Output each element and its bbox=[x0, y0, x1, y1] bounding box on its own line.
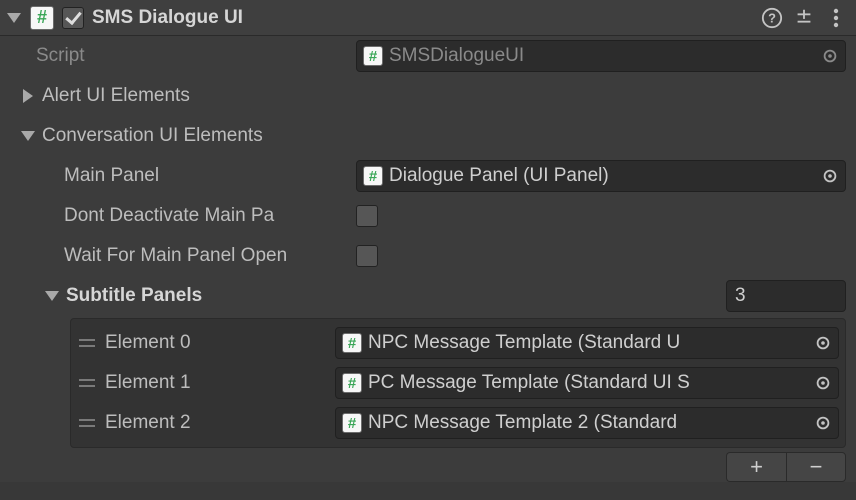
object-picker-icon[interactable] bbox=[819, 45, 841, 67]
object-picker-icon[interactable] bbox=[812, 412, 834, 434]
object-picker-icon[interactable] bbox=[812, 332, 834, 354]
help-icon[interactable]: ? bbox=[760, 6, 784, 30]
conversation-foldout[interactable] bbox=[20, 131, 36, 141]
component-header: # SMS Dialogue UI ? bbox=[0, 0, 856, 36]
drag-handle-icon[interactable] bbox=[77, 379, 97, 387]
element-value: NPC Message Template (Standard U bbox=[368, 332, 680, 354]
list-item: Element 0 # NPC Message Template (Standa… bbox=[77, 323, 839, 363]
wait-for-open-label: Wait For Main Panel Open bbox=[0, 245, 356, 267]
array-add-button[interactable]: + bbox=[726, 452, 786, 482]
drag-handle-icon[interactable] bbox=[77, 339, 97, 347]
array-remove-button[interactable]: − bbox=[786, 452, 846, 482]
svg-text:?: ? bbox=[768, 10, 776, 25]
element-label: Element 1 bbox=[105, 372, 327, 394]
element-field[interactable]: # NPC Message Template (Standard U bbox=[335, 327, 839, 359]
subtitle-panels-size-field[interactable]: 3 bbox=[726, 280, 846, 312]
main-panel-label: Main Panel bbox=[0, 165, 356, 187]
script-icon: # bbox=[342, 333, 362, 353]
list-item: Element 1 # PC Message Template (Standar… bbox=[77, 363, 839, 403]
object-picker-icon[interactable] bbox=[819, 165, 841, 187]
chevron-down-icon bbox=[21, 131, 35, 141]
element-label: Element 2 bbox=[105, 412, 327, 434]
script-icon: # bbox=[342, 373, 362, 393]
conversation-section-header[interactable]: Conversation UI Elements bbox=[0, 116, 856, 156]
object-picker-icon[interactable] bbox=[812, 372, 834, 394]
script-icon: # bbox=[30, 6, 54, 30]
conversation-section-label: Conversation UI Elements bbox=[42, 125, 263, 147]
element-value: NPC Message Template 2 (Standard bbox=[368, 412, 677, 434]
script-label: Script bbox=[0, 45, 356, 67]
subtitle-panels-list: Element 0 # NPC Message Template (Standa… bbox=[70, 318, 846, 448]
preset-icon[interactable] bbox=[792, 6, 816, 30]
dont-deactivate-label: Dont Deactivate Main Pa bbox=[0, 205, 356, 227]
subtitle-panels-label: Subtitle Panels bbox=[66, 285, 202, 307]
component-foldout[interactable] bbox=[6, 13, 22, 23]
wait-for-open-row: Wait For Main Panel Open bbox=[0, 236, 856, 276]
element-field[interactable]: # PC Message Template (Standard UI S bbox=[335, 367, 839, 399]
context-menu-icon[interactable] bbox=[824, 6, 848, 30]
script-icon: # bbox=[342, 413, 362, 433]
script-icon: # bbox=[363, 166, 383, 186]
element-label: Element 0 bbox=[105, 332, 327, 354]
script-value: SMSDialogueUI bbox=[389, 45, 524, 67]
wait-for-open-checkbox[interactable] bbox=[356, 245, 378, 267]
chevron-right-icon bbox=[23, 89, 33, 103]
subtitle-panels-foldout[interactable] bbox=[44, 291, 60, 301]
dont-deactivate-row: Dont Deactivate Main Pa bbox=[0, 196, 856, 236]
element-field[interactable]: # NPC Message Template 2 (Standard bbox=[335, 407, 839, 439]
element-value: PC Message Template (Standard UI S bbox=[368, 372, 690, 394]
main-panel-value: Dialogue Panel (UI Panel) bbox=[389, 165, 609, 187]
script-icon: # bbox=[363, 46, 383, 66]
drag-handle-icon[interactable] bbox=[77, 419, 97, 427]
main-panel-field[interactable]: # Dialogue Panel (UI Panel) bbox=[356, 160, 846, 192]
dont-deactivate-checkbox[interactable] bbox=[356, 205, 378, 227]
script-row: Script # SMSDialogueUI bbox=[0, 36, 856, 76]
enable-checkbox[interactable] bbox=[62, 7, 84, 29]
script-field: # SMSDialogueUI bbox=[356, 40, 846, 72]
alert-foldout[interactable] bbox=[20, 89, 36, 103]
alert-section-header[interactable]: Alert UI Elements bbox=[0, 76, 856, 116]
subtitle-panels-header[interactable]: Subtitle Panels 3 bbox=[0, 276, 856, 316]
list-item: Element 2 # NPC Message Template 2 (Stan… bbox=[77, 403, 839, 443]
chevron-down-icon bbox=[7, 13, 21, 23]
array-footer: + − bbox=[0, 452, 846, 482]
alert-section-label: Alert UI Elements bbox=[42, 85, 190, 107]
chevron-down-icon bbox=[45, 291, 59, 301]
component-title: SMS Dialogue UI bbox=[92, 7, 752, 29]
main-panel-row: Main Panel # Dialogue Panel (UI Panel) bbox=[0, 156, 856, 196]
